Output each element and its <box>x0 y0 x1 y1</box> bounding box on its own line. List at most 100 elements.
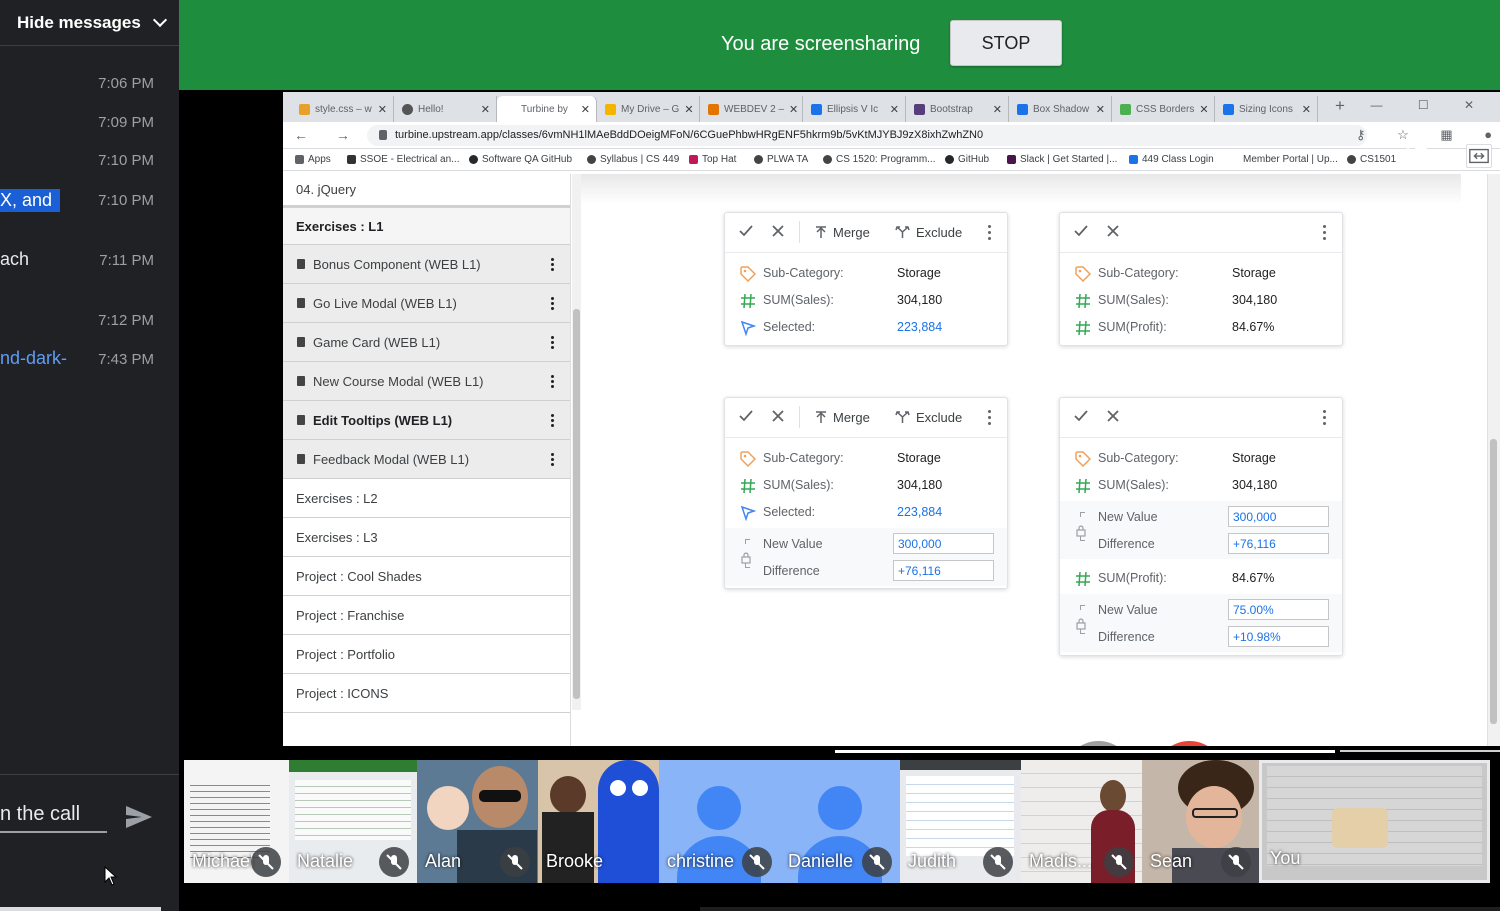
participant-tile[interactable]: Sean <box>1142 760 1259 883</box>
browser-tab[interactable]: Ellipsis V Ic ✕ <box>803 96 906 122</box>
message-text[interactable]: X, and <box>0 189 61 212</box>
more-vert-icon[interactable] <box>551 453 554 466</box>
course-section-active[interactable]: Exercises : L1 <box>283 206 570 245</box>
browser-tab[interactable]: Box Shadow ✕ <box>1009 96 1112 122</box>
exercise-item[interactable]: Go Live Modal (WEB L1) <box>283 284 570 323</box>
close-icon[interactable]: ✕ <box>1199 103 1214 116</box>
bookmark[interactable]: Slack | Get Started |... <box>1007 154 1117 165</box>
browser-tab[interactable]: My Drive – G ✕ <box>597 96 700 122</box>
browser-tab[interactable]: style.css – w ✕ <box>291 96 394 122</box>
message-link[interactable]: nd-dark- <box>0 348 67 369</box>
new-value-input[interactable]: 75.00% <box>1228 599 1329 620</box>
exclude-button[interactable]: Exclude <box>895 225 962 240</box>
participant-tile[interactable]: Danielle <box>780 760 900 883</box>
bookmark[interactable]: GitHub <box>945 154 989 165</box>
window-controls[interactable]: — ☐ ✕ <box>1371 98 1490 112</box>
new-value-input[interactable]: 300,000 <box>893 533 994 554</box>
close-icon[interactable]: ✕ <box>993 103 1008 116</box>
exercise-item[interactable]: New Course Modal (WEB L1) <box>283 362 570 401</box>
course-section[interactable]: Project : Portfolio <box>283 635 570 674</box>
check-icon[interactable] <box>739 409 753 423</box>
browser-tab[interactable]: Sizing Icons ✕ <box>1215 96 1318 122</box>
bookmark[interactable]: CS1501 <box>1347 154 1396 165</box>
bookmark[interactable]: 449 Class Login <box>1129 154 1214 165</box>
difference-input[interactable]: +10.98% <box>1228 626 1329 647</box>
self-tile[interactable]: You <box>1259 760 1490 883</box>
url-field[interactable]: turbine.upstream.app/classes/6vmNH1lMAeB… <box>367 125 1367 146</box>
check-icon[interactable] <box>1074 409 1088 423</box>
bookmark[interactable]: Software QA GitHub <box>469 154 572 165</box>
new-value-input[interactable]: 300,000 <box>1228 506 1329 527</box>
more-vert-icon[interactable] <box>551 297 554 310</box>
more-vert-icon[interactable] <box>988 225 991 240</box>
send-icon[interactable] <box>125 805 153 829</box>
course-section[interactable]: Project : Franchise <box>283 596 570 635</box>
more-vert-icon[interactable] <box>1323 410 1326 425</box>
browser-tab[interactable]: WEBDEV 2 – ✕ <box>700 96 803 122</box>
participant-tile[interactable]: Alan <box>417 760 538 883</box>
stop-sharing-button[interactable]: STOP <box>950 20 1062 66</box>
message-text[interactable]: ach <box>0 249 29 270</box>
exercise-item-active[interactable]: Edit Tooltips (WEB L1) <box>283 401 570 440</box>
close-icon[interactable]: ✕ <box>481 103 496 116</box>
course-section[interactable]: Project : Cool Shades <box>283 557 570 596</box>
exercise-item[interactable]: Bonus Component (WEB L1) <box>283 245 570 284</box>
end-call-button[interactable] <box>1154 741 1225 746</box>
chat-input[interactable]: n the call <box>0 803 107 833</box>
participant-tile[interactable]: Natalie <box>289 760 417 883</box>
exercise-item[interactable]: Game Card (WEB L1) <box>283 323 570 362</box>
browser-tab-active[interactable]: Turbine by ✕ <box>497 96 597 122</box>
bookmark[interactable]: Apps <box>295 154 331 165</box>
difference-input[interactable]: +76,116 <box>1228 533 1329 554</box>
participant-tile[interactable]: Michael <box>184 760 289 883</box>
bookmark[interactable]: Member Portal | Up... <box>1243 154 1338 165</box>
close-icon[interactable]: ✕ <box>890 103 905 116</box>
bookmark[interactable]: Syllabus | CS 449 <box>587 154 679 165</box>
more-vert-icon[interactable] <box>551 258 554 271</box>
bookmark[interactable]: SSOE - Electrical an... <box>347 154 459 165</box>
close-icon[interactable] <box>772 225 784 237</box>
course-section[interactable]: Exercises : L2 <box>283 479 570 518</box>
participant-tile[interactable]: Judith <box>900 760 1021 883</box>
check-icon[interactable] <box>739 224 753 238</box>
more-vert-icon[interactable] <box>551 414 554 427</box>
present-screen-icon[interactable] <box>1466 144 1492 168</box>
difference-input[interactable]: +76,116 <box>893 560 994 581</box>
close-icon[interactable] <box>772 410 784 422</box>
merge-button[interactable]: Merge <box>815 410 870 425</box>
check-icon[interactable] <box>1074 224 1088 238</box>
close-icon[interactable]: ✕ <box>684 103 699 116</box>
participant-tile[interactable]: Madis... <box>1021 760 1142 883</box>
course-section[interactable]: 04. jQuery <box>283 174 570 206</box>
browser-tab[interactable]: Bootstrap ✕ <box>906 96 1009 122</box>
close-icon[interactable]: ✕ <box>789 103 802 116</box>
browser-tab[interactable]: Hello! ✕ <box>394 96 497 122</box>
microphone-button[interactable] <box>1063 741 1134 746</box>
more-vert-icon[interactable] <box>1323 225 1326 240</box>
course-section[interactable]: Exercises : L3 <box>283 518 570 557</box>
more-vert-icon[interactable] <box>551 375 554 388</box>
close-icon[interactable]: ✕ <box>581 103 596 116</box>
add-person-icon[interactable] <box>1403 142 1435 168</box>
participant-tile[interactable]: Brooke <box>538 760 659 883</box>
close-icon[interactable] <box>1107 410 1119 422</box>
bookmark[interactable]: PLWA TA <box>754 154 808 165</box>
browser-actions[interactable]: ⚷ ☆ ▦ ● ⋮ <box>1356 127 1500 143</box>
browser-tab[interactable]: CSS Borders ✕ <box>1112 96 1215 122</box>
merge-button[interactable]: Merge <box>815 225 870 240</box>
bookmark[interactable]: Top Hat <box>689 154 736 165</box>
hide-messages-button[interactable]: Hide messages <box>0 0 179 46</box>
more-vert-icon[interactable] <box>551 336 554 349</box>
more-vert-icon[interactable] <box>988 410 991 425</box>
close-icon[interactable]: ✕ <box>1096 103 1111 116</box>
exercise-item[interactable]: Feedback Modal (WEB L1) <box>283 440 570 479</box>
bookmark[interactable]: CS 1520: Programm... <box>823 154 935 165</box>
content-scroll-thumb[interactable] <box>1490 439 1497 724</box>
exclude-button[interactable]: Exclude <box>895 410 962 425</box>
close-icon[interactable] <box>1107 225 1119 237</box>
close-icon[interactable]: ✕ <box>378 103 393 116</box>
close-icon[interactable]: ✕ <box>1302 103 1317 116</box>
new-tab-icon[interactable]: + <box>1335 96 1345 116</box>
sidebar-scroll-thumb[interactable] <box>573 309 580 699</box>
participant-tile[interactable]: christine <box>659 760 780 883</box>
